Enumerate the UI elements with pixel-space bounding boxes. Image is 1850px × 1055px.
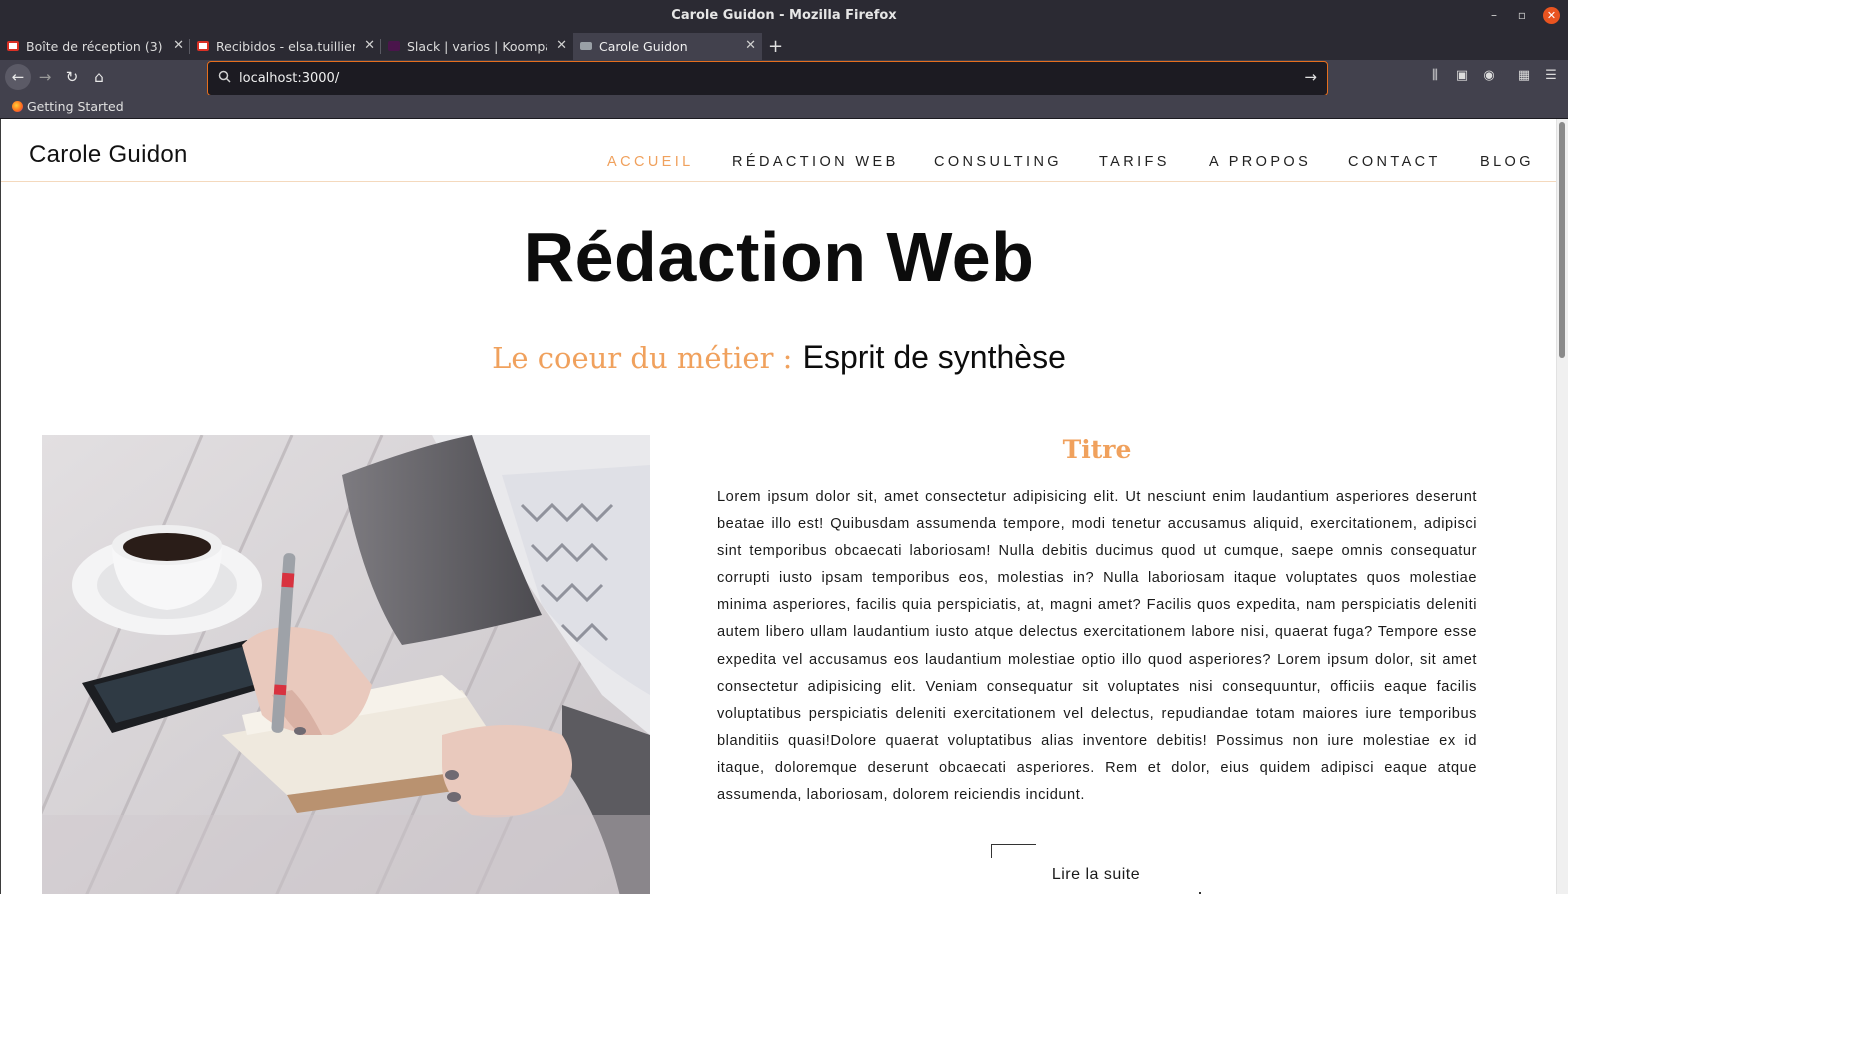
reload-icon[interactable]: ↻	[59, 64, 85, 90]
bookmark-label: Getting Started	[27, 99, 124, 114]
tab-inbox[interactable]: Boîte de réception (3) - e ✕	[0, 33, 190, 60]
tab-recibidos[interactable]: Recibidos - elsa.tuillierc ✕	[190, 33, 381, 60]
close-window-icon[interactable]: ✕	[1543, 7, 1560, 24]
account-icon[interactable]: ◉	[1481, 68, 1497, 83]
tab-label: Recibidos - elsa.tuillierc	[216, 39, 355, 54]
site-nav: ACCUEIL RÉDACTION WEB CONSULTING TARIFS …	[1, 154, 1557, 174]
library-icon[interactable]: ⫼	[1427, 68, 1443, 83]
writing-desk-image	[42, 435, 650, 894]
forward-icon[interactable]: →	[32, 64, 58, 90]
tab-label: Carole Guidon	[599, 39, 688, 54]
hero-photo	[42, 435, 650, 894]
minimize-icon[interactable]: –	[1486, 8, 1502, 22]
tab-slack[interactable]: Slack | varios | Koompany ✕	[381, 33, 573, 60]
back-icon[interactable]: ←	[5, 64, 31, 90]
maximize-icon[interactable]: ▫	[1514, 8, 1530, 22]
button-corner-decoration	[991, 844, 1036, 858]
window-titlebar: Carole Guidon - Mozilla Firefox – ▫ ✕	[0, 0, 1568, 33]
menu-icon[interactable]: ☰	[1543, 68, 1559, 83]
slack-icon	[388, 41, 400, 51]
scrollbar-thumb[interactable]	[1559, 122, 1565, 358]
close-tab-icon[interactable]: ✕	[173, 38, 184, 53]
nav-redaction-web[interactable]: RÉDACTION WEB	[732, 154, 899, 170]
nav-tarifs[interactable]: TARIFS	[1099, 154, 1170, 170]
close-tab-icon[interactable]: ✕	[745, 38, 756, 53]
new-tab-icon[interactable]: +	[768, 36, 783, 57]
bookmark-getting-started[interactable]: Getting Started	[12, 99, 124, 114]
sidebar-icon[interactable]: ▣	[1454, 68, 1470, 83]
page-title: Rédaction Web	[523, 218, 1035, 296]
tab-label: Boîte de réception (3) - e	[26, 39, 164, 54]
button-corner-decoration	[1199, 892, 1201, 894]
nav-consulting[interactable]: CONSULTING	[934, 154, 1062, 170]
firefox-icon	[12, 101, 23, 112]
bookmarks-toolbar: Getting Started	[0, 95, 1568, 119]
section-title: Titre	[1062, 435, 1132, 464]
url-bar[interactable]: localhost:3000/ →	[207, 61, 1328, 96]
site-header: Carole Guidon ACCUEIL RÉDACTION WEB CONS…	[1, 119, 1557, 182]
gmail-icon	[7, 41, 19, 51]
home-icon[interactable]: ⌂	[86, 64, 112, 90]
gmail-icon	[197, 41, 209, 51]
subtitle-main: Esprit de synthèse	[802, 339, 1066, 375]
close-tab-icon[interactable]: ✕	[364, 38, 375, 53]
page-viewport: Carole Guidon ACCUEIL RÉDACTION WEB CONS…	[0, 119, 1568, 894]
nav-contact[interactable]: CONTACT	[1348, 154, 1441, 170]
extensions-icon[interactable]: ▦	[1516, 68, 1532, 83]
url-text[interactable]: localhost:3000/	[239, 71, 339, 86]
go-arrow-icon[interactable]: →	[1304, 68, 1317, 86]
tab-carole-guidon[interactable]: Carole Guidon ✕	[573, 33, 762, 60]
page-icon	[580, 42, 592, 50]
nav-blog[interactable]: BLOG	[1480, 154, 1534, 170]
window-title: Carole Guidon - Mozilla Firefox	[671, 8, 897, 23]
read-more-button[interactable]: Lire la suite	[991, 844, 1201, 894]
subtitle-prefix: Le coeur du métier :	[492, 341, 793, 375]
nav-a-propos[interactable]: A PROPOS	[1209, 154, 1311, 170]
search-icon	[218, 70, 231, 83]
tab-strip: Boîte de réception (3) - e ✕ Recibidos -…	[0, 33, 1568, 60]
page-subtitle: Le coeur du métier : Esprit de synthèse	[1, 337, 1557, 378]
page-scrollbar[interactable]	[1556, 119, 1568, 894]
nav-accueil[interactable]: ACCUEIL	[607, 154, 694, 170]
body-paragraph: Lorem ipsum dolor sit, amet consectetur …	[717, 489, 1477, 804]
tab-label: Slack | varios | Koompany	[407, 39, 547, 54]
read-more-label: Lire la suite	[1051, 866, 1141, 883]
close-tab-icon[interactable]: ✕	[556, 38, 567, 53]
